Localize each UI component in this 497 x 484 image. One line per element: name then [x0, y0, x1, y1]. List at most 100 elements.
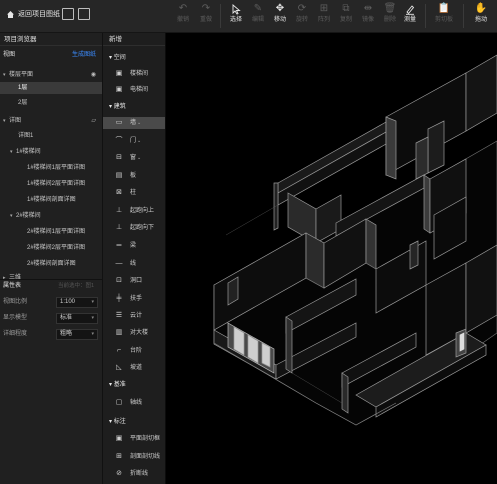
- export-icon[interactable]: [62, 8, 74, 20]
- section-box-icon: ▣: [115, 435, 123, 442]
- section-architecture[interactable]: ▾ 建筑: [109, 102, 126, 113]
- tree-node-label: 2#楼梯间: [16, 213, 41, 219]
- chevron-down-icon: ▾: [91, 331, 94, 337]
- building-icon: ▥: [115, 329, 123, 336]
- add-beam-button[interactable]: ═ 梁: [103, 240, 165, 252]
- section-annotation[interactable]: ▾ 标注: [109, 417, 126, 428]
- select-label: 选择: [229, 17, 242, 23]
- add-cloud-button[interactable]: ☰ 云计: [103, 310, 165, 322]
- copy-tool-button[interactable]: ⧉ 复制: [335, 2, 357, 31]
- tree-node-stair-2[interactable]: ▾ 2#楼梯间: [0, 210, 102, 222]
- tree-node-stair-2-f1[interactable]: 2#楼梯间1层平面详图: [0, 226, 102, 238]
- back-to-drawings-button[interactable]: 返回项目图纸: [6, 9, 60, 19]
- move-tool-button[interactable]: ✥ 移动: [269, 2, 291, 31]
- item-label: 门: [130, 138, 137, 144]
- add-ramp-button[interactable]: ◺ 坡道: [103, 362, 165, 374]
- section-datum[interactable]: ▾ 基准: [109, 380, 126, 391]
- tree-node-stair-1-section[interactable]: 1#楼梯间剖面详图: [0, 194, 102, 206]
- column-icon: ⊠: [116, 189, 122, 196]
- tree-node-stair-2-section[interactable]: 2#楼梯间剖面详图: [0, 258, 102, 270]
- measure-tool-button[interactable]: 测量: [399, 2, 421, 31]
- views-label: 视图: [3, 52, 16, 58]
- add-grid-axis-button[interactable]: ▢ 轴线: [103, 397, 165, 409]
- tree-node-floor-2[interactable]: 2层: [0, 97, 102, 109]
- item-label: 云计: [130, 313, 143, 319]
- add-window-button[interactable]: ⊟ 窗⌄: [103, 152, 165, 164]
- move-icon: ✥: [275, 3, 285, 14]
- project-browser-title: 项目浏览器: [0, 33, 102, 46]
- eye-icon[interactable]: ◉: [91, 69, 96, 81]
- chevron-down-icon[interactable]: ⌄: [137, 155, 141, 161]
- folder-icon[interactable]: ▱: [91, 115, 96, 127]
- tree-node-label: 详图: [9, 118, 22, 124]
- tree-node-floor-1[interactable]: 1层: [0, 82, 102, 94]
- section-label: 标注: [113, 419, 126, 425]
- redo-button[interactable]: ↷ 重做: [195, 2, 217, 31]
- select-value: 标准: [60, 315, 73, 321]
- window-icon: ⊟: [116, 154, 122, 161]
- tree-node-stair-1[interactable]: ▾ 1#楼梯间: [0, 146, 102, 158]
- mirror-tool-button[interactable]: ⇹ 镜像: [357, 2, 379, 31]
- view-scale-select[interactable]: 1:100 ▾: [56, 297, 98, 308]
- generate-drawing-link[interactable]: 生成图纸: [72, 49, 96, 61]
- pan-tool-button[interactable]: ✋ 拖动: [470, 2, 492, 31]
- add-line-button[interactable]: — 线: [103, 258, 165, 270]
- properties-panel: 属性表 当前选中：图1 视图比例 1:100 ▾ 显示模型 标准 ▾ 详细程度 粗略…: [0, 279, 102, 484]
- add-stair-up-button[interactable]: ⊥ 起跑向上: [103, 205, 165, 217]
- add-section-box-button[interactable]: ▣ 平面剖切框: [103, 433, 165, 445]
- add-stairwell-button[interactable]: ▣ 楼梯间: [103, 68, 165, 80]
- add-wall-button[interactable]: ▭ 墙⌄: [103, 117, 165, 129]
- tree-node-stair-1-f2[interactable]: 1#楼梯间2层平面详图: [0, 178, 102, 190]
- building-model-render[interactable]: [166, 33, 497, 484]
- tree-node-details[interactable]: ▾ 详图 ▱: [0, 115, 102, 127]
- chevron-down-icon[interactable]: ⌄: [137, 138, 141, 144]
- detail-level-select[interactable]: 粗略 ▾: [56, 329, 98, 340]
- clipboard-button[interactable]: 📋 剪切板: [433, 2, 455, 31]
- delete-label: 删除: [383, 17, 396, 23]
- properties-title: 属性表: [3, 283, 22, 289]
- cloud-icon: ☰: [115, 312, 123, 319]
- save-icon[interactable]: [78, 8, 90, 20]
- delete-tool-button[interactable]: 🗑 删除: [379, 2, 401, 31]
- add-building-button[interactable]: ▥ 对大楼: [103, 327, 165, 339]
- add-step-button[interactable]: ⌐ 台阶: [103, 345, 165, 357]
- tree-node-stair-2-f2[interactable]: 2#楼梯间2层平面详图: [0, 242, 102, 254]
- add-door-button[interactable]: ⌒ 门⌄: [103, 135, 165, 147]
- property-view-scale: 视图比例 1:100 ▾: [3, 297, 99, 308]
- copy-icon: ⧉: [342, 3, 350, 14]
- toolbar-divider: [220, 4, 221, 28]
- item-label: 柱: [130, 190, 137, 196]
- add-opening-button[interactable]: ⊡ 洞口: [103, 275, 165, 287]
- property-label: 显示模型: [3, 315, 28, 321]
- item-label: 线: [130, 261, 137, 267]
- tree-node-stair-1-f1[interactable]: 1#楼梯间1层平面详图: [0, 162, 102, 174]
- add-section-line-button[interactable]: ⊞ 剖面剖切线: [103, 451, 165, 463]
- ramp-icon: ◺: [116, 364, 122, 371]
- display-model-select[interactable]: 标准 ▾: [56, 313, 98, 324]
- clipboard-label: 剪切板: [434, 17, 453, 23]
- tree-node-floor-plans[interactable]: ▾ 楼层平面 ◉: [0, 69, 102, 81]
- tree-node-label: 2层: [18, 100, 28, 106]
- add-break-line-button[interactable]: ⊘ 折断线: [103, 468, 165, 480]
- undo-label: 撤销: [176, 17, 189, 23]
- array-label: 阵列: [317, 17, 330, 23]
- tree-node-label: 1#楼梯间: [16, 149, 41, 155]
- rotate-tool-button[interactable]: ⟳ 旋转: [291, 2, 313, 31]
- 3d-viewport[interactable]: [166, 33, 497, 484]
- section-space[interactable]: ▾ 空间: [109, 53, 126, 64]
- select-tool-button[interactable]: 选择: [225, 2, 247, 31]
- add-slab-button[interactable]: ▤ 板: [103, 170, 165, 182]
- tree-node-detail-1[interactable]: 详图1: [0, 130, 102, 142]
- break-line-icon: ⊘: [116, 470, 122, 477]
- add-railing-button[interactable]: ╪ 扶手: [103, 293, 165, 305]
- item-label: 对大楼: [130, 330, 149, 336]
- add-elevator-room-button[interactable]: ▣ 电梯间: [103, 84, 165, 96]
- add-stair-down-button[interactable]: ⊥ 起跑向下: [103, 222, 165, 234]
- hand-icon: ✋: [474, 3, 488, 14]
- edit-tool-button[interactable]: ✎ 编辑: [247, 2, 269, 31]
- chevron-down-icon[interactable]: ⌄: [137, 120, 141, 126]
- undo-button[interactable]: ↶ 撤销: [172, 2, 194, 31]
- array-tool-button[interactable]: ⊞ 阵列: [313, 2, 335, 31]
- add-column-button[interactable]: ⊠ 柱: [103, 187, 165, 199]
- item-label: 梁: [130, 243, 137, 249]
